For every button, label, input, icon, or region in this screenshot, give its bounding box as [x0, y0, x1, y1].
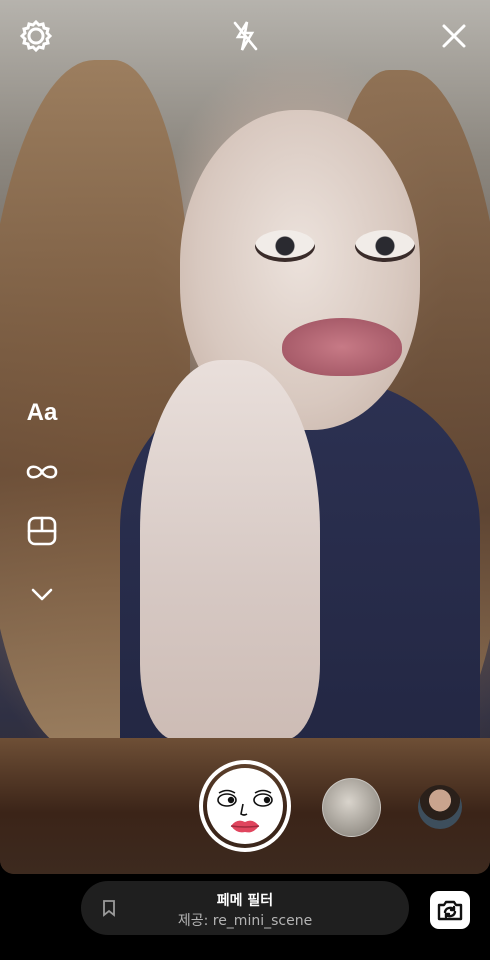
filter-name: 페메 필터 [216, 893, 274, 909]
layout-icon [27, 516, 57, 546]
capture-button[interactable] [199, 760, 291, 852]
close-icon [442, 24, 466, 48]
infinity-icon [26, 465, 58, 479]
photo-eye-right [355, 230, 415, 262]
boomerang-button[interactable] [22, 454, 62, 490]
chevron-down-icon [31, 588, 53, 601]
flip-camera-icon [437, 900, 463, 921]
photo-eye-left [255, 230, 315, 262]
photo-hand [140, 360, 320, 740]
effect-thumbnail-1[interactable] [322, 778, 381, 837]
flash-button[interactable] [227, 18, 263, 54]
flash-off-icon [233, 21, 258, 51]
filter-source: 제공: re_mini_scene [177, 913, 313, 929]
close-button[interactable] [436, 18, 472, 54]
text-tool-button[interactable]: Aa [22, 395, 62, 431]
photo-lips [282, 318, 402, 376]
filter-info-pill[interactable]: 페메 필터 제공: re_mini_scene [81, 881, 409, 935]
settings-icon [19, 19, 53, 53]
camera-viewfinder[interactable] [0, 0, 490, 874]
more-tools-button[interactable] [22, 576, 62, 612]
flip-camera-button[interactable] [430, 891, 470, 929]
face-filter-icon [207, 768, 283, 844]
effect-thumbnail-2[interactable] [418, 785, 462, 829]
layout-button[interactable] [22, 513, 62, 549]
settings-button[interactable] [18, 18, 54, 54]
text-tool-label: Aa [26, 399, 58, 426]
